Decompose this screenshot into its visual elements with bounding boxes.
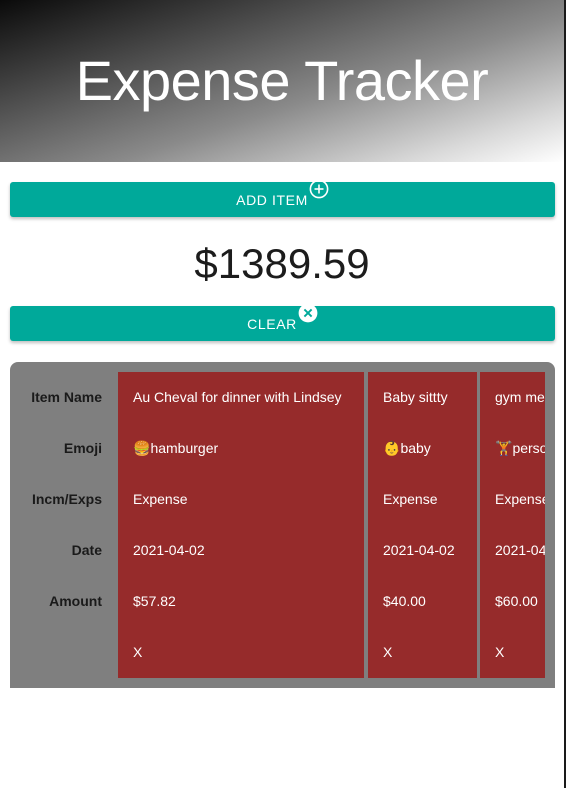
item-emoji: 👶baby <box>368 423 477 474</box>
row-labels: Item Name Emoji Incm/Exps Date Amount <box>10 372 114 678</box>
label-income-expense: Incm/Exps <box>31 491 102 507</box>
emoji-name: baby <box>400 440 431 456</box>
emoji-glyph: 👶 <box>383 440 401 456</box>
item-emoji: 🍔hamburger <box>118 423 364 474</box>
item-column: Au Cheval for dinner with Lindsey 🍔hambu… <box>118 372 364 678</box>
label-date: Date <box>71 542 102 558</box>
label-item-name: Item Name <box>31 389 102 405</box>
delete-item-button[interactable]: X <box>118 627 364 678</box>
item-column: Baby sittty 👶baby Expense 2021-04-02 $40… <box>368 372 477 678</box>
label-emoji: Emoji <box>63 440 102 456</box>
item-emoji: 🏋person_lifting_weights <box>480 423 545 474</box>
item-name: gym membership <box>495 389 545 405</box>
add-item-button[interactable]: ADD ITEM <box>10 179 555 217</box>
item-column: gym membership 🏋person_lifting_weights E… <box>480 372 545 678</box>
item-amount: $57.82 <box>133 593 176 609</box>
item-amount: $60.00 <box>495 593 538 609</box>
emoji-name: person_lifting_weights <box>512 440 545 456</box>
label-amount: Amount <box>49 593 102 609</box>
item-type: Expense <box>133 491 188 507</box>
x-circle-icon <box>298 303 318 323</box>
delete-item-button[interactable]: X <box>480 627 545 678</box>
item-date: 2021-04-02 <box>495 542 545 558</box>
delete-item-button[interactable]: X <box>368 627 477 678</box>
plus-circle-icon <box>309 179 329 199</box>
expense-tracker-page: Expense Tracker ADD ITEM $1389.59 CLEAR … <box>0 0 566 788</box>
emoji-name: hamburger <box>150 440 219 456</box>
clear-button[interactable]: CLEAR <box>10 303 555 341</box>
item-date: 2021-04-02 <box>133 542 205 558</box>
item-date: 2021-04-02 <box>383 542 455 558</box>
item-type: Expense <box>495 491 545 507</box>
item-columns[interactable]: Au Cheval for dinner with Lindsey 🍔hambu… <box>118 372 545 678</box>
emoji-glyph: 🏋 <box>495 440 513 456</box>
balance-total: $1389.59 <box>194 240 370 287</box>
expense-table: Item Name Emoji Incm/Exps Date Amount Au… <box>10 362 555 688</box>
item-type: Expense <box>383 491 438 507</box>
header-banner: Expense Tracker <box>0 0 564 162</box>
item-name: Au Cheval for dinner with Lindsey <box>133 389 342 405</box>
item-amount: $40.00 <box>383 593 426 609</box>
app-title: Expense Tracker <box>75 48 489 112</box>
add-item-label: ADD ITEM <box>236 192 308 208</box>
clear-label: CLEAR <box>247 316 297 332</box>
item-name: Baby sittty <box>383 389 448 405</box>
label-delete <box>10 627 114 678</box>
emoji-glyph: 🍔 <box>133 440 151 456</box>
